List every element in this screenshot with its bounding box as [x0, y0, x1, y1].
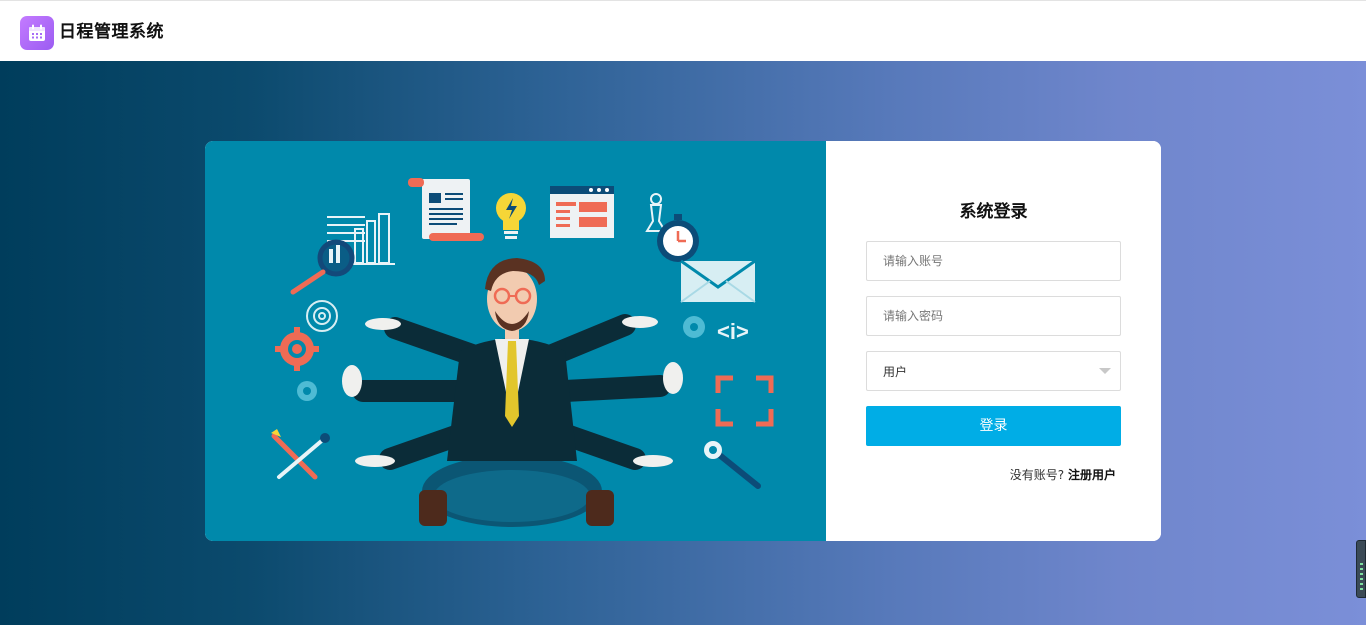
- login-card: <i> 系统登录 请输入账号 用户 登录 没有账号? 注册用户: [205, 141, 1161, 541]
- top-bar: 日程管理系统: [0, 0, 1366, 61]
- app-logo: [20, 16, 54, 50]
- account-input[interactable]: [867, 242, 1120, 280]
- no-account-text: 没有账号?: [1009, 468, 1065, 482]
- role-select-value: 用户: [883, 365, 908, 379]
- side-widget-handle[interactable]: [1356, 540, 1366, 598]
- app-title: 日程管理系统: [59, 22, 164, 42]
- account-field-wrapper: [866, 241, 1121, 281]
- chevron-down-icon: [1099, 368, 1111, 374]
- calendar-icon: [29, 24, 45, 41]
- login-background: <i> 系统登录 请输入账号 用户 登录 没有账号? 注册用户: [0, 61, 1366, 625]
- illustration-panel: <i>: [205, 141, 826, 541]
- role-select[interactable]: 用户: [866, 351, 1121, 391]
- register-prompt: 没有账号? 注册用户: [1010, 467, 1116, 483]
- login-form-panel: 系统登录 用户 登录 没有账号? 注册用户: [826, 141, 1161, 541]
- password-input[interactable]: [867, 297, 1120, 335]
- login-button[interactable]: 登录: [866, 406, 1121, 446]
- register-link[interactable]: 注册用户: [1068, 468, 1116, 482]
- svg-text:<i>: <i>: [717, 319, 749, 344]
- multitasking-businessman-illustration: <i>: [271, 178, 774, 527]
- password-field-wrapper: [866, 296, 1121, 336]
- login-title: 系统登录: [959, 202, 1028, 222]
